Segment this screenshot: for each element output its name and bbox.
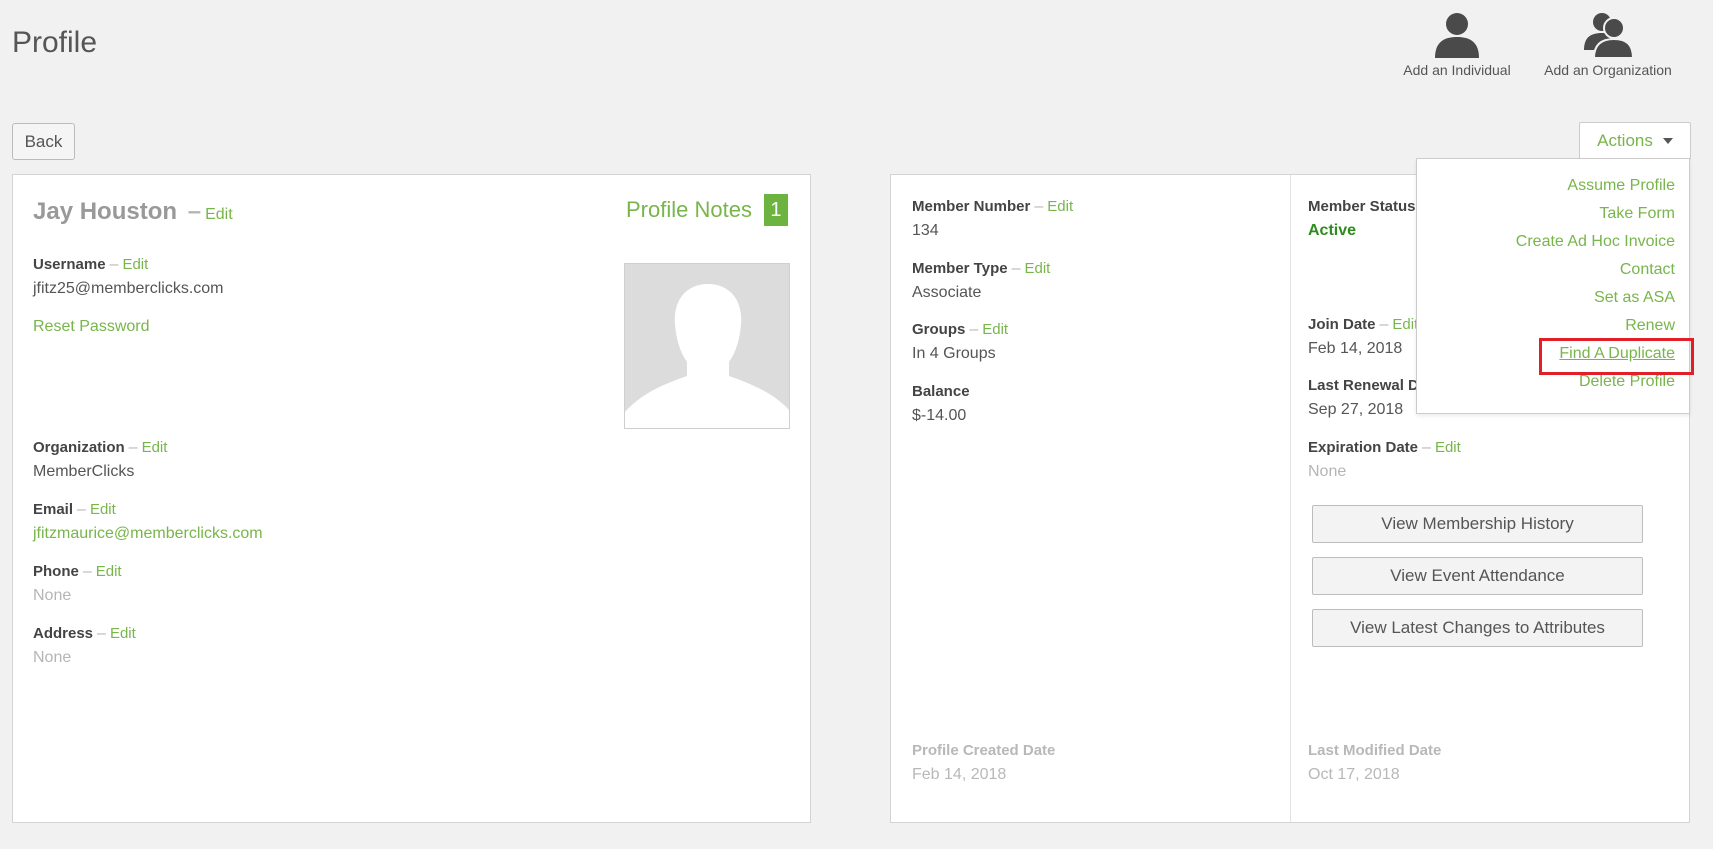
balance-label: Balance bbox=[912, 383, 970, 400]
separator: – bbox=[1034, 198, 1044, 215]
member-status-value: Active bbox=[1308, 222, 1357, 239]
phone-value: None bbox=[33, 587, 72, 604]
actions-menu: Assume Profile Take Form Create Ad Hoc I… bbox=[1416, 158, 1690, 414]
member-type-value: Associate bbox=[912, 284, 982, 301]
avatar-silhouette-icon bbox=[625, 284, 789, 428]
join-date-field: Join Date – Edit Feb 14, 2018 bbox=[1308, 316, 1418, 358]
edit-phone-link[interactable]: Edit bbox=[96, 563, 122, 580]
last-modified-label: Last Modified Date bbox=[1308, 742, 1442, 759]
separator: – bbox=[109, 256, 119, 273]
profile-notes-link[interactable]: Profile Notes 1 bbox=[626, 194, 788, 226]
username-label: Username bbox=[33, 256, 106, 273]
menu-item-set-as-asa[interactable]: Set as ASA bbox=[1594, 289, 1675, 307]
separator: – bbox=[1379, 316, 1389, 333]
edit-expiration-date-link[interactable]: Edit bbox=[1435, 439, 1461, 456]
member-number-label: Member Number bbox=[912, 198, 1031, 215]
view-event-attendance-button[interactable]: View Event Attendance bbox=[1312, 557, 1643, 595]
view-membership-history-button[interactable]: View Membership History bbox=[1312, 505, 1643, 543]
phone-label: Phone bbox=[33, 563, 79, 580]
page-title: Profile bbox=[12, 26, 98, 59]
actions-label: Actions bbox=[1597, 131, 1653, 150]
edit-member-number-link[interactable]: Edit bbox=[1047, 198, 1073, 215]
groups-field: Groups – Edit In 4 Groups bbox=[912, 321, 1008, 363]
email-field: Email – Edit jfitzmaurice@memberclicks.com bbox=[33, 501, 263, 543]
email-value-link[interactable]: jfitzmaurice@memberclicks.com bbox=[33, 525, 263, 543]
add-individual-button[interactable]: Add an Individual bbox=[1387, 10, 1527, 78]
separator: – bbox=[1011, 260, 1021, 277]
balance-field: Balance $-14.00 bbox=[912, 383, 970, 425]
separator: – bbox=[82, 563, 92, 580]
groups-value: In 4 Groups bbox=[912, 345, 996, 362]
add-organization-label: Add an Organization bbox=[1544, 62, 1672, 78]
reset-password-link[interactable]: Reset Password bbox=[33, 318, 150, 336]
back-button[interactable]: Back bbox=[12, 123, 75, 160]
profile-name: Jay Houston – Edit bbox=[33, 198, 233, 226]
menu-item-contact[interactable]: Contact bbox=[1620, 261, 1675, 279]
people-icon bbox=[1584, 13, 1634, 58]
actions-dropdown-button[interactable]: Actions bbox=[1579, 122, 1691, 160]
column-divider bbox=[1290, 175, 1291, 822]
expiration-date-value: None bbox=[1308, 463, 1347, 480]
groups-label: Groups bbox=[912, 321, 966, 338]
last-modified-value: Oct 17, 2018 bbox=[1308, 766, 1400, 783]
notes-count-badge: 1 bbox=[763, 194, 788, 226]
profile-created-label: Profile Created Date bbox=[912, 742, 1056, 759]
add-organization-button[interactable]: Add an Organization bbox=[1538, 10, 1678, 78]
highlight-box bbox=[1539, 338, 1694, 375]
separator: – bbox=[97, 625, 106, 642]
menu-item-assume-profile[interactable]: Assume Profile bbox=[1567, 177, 1675, 195]
join-date-value: Feb 14, 2018 bbox=[1308, 340, 1403, 357]
profile-created-value: Feb 14, 2018 bbox=[912, 766, 1007, 783]
balance-value: $-14.00 bbox=[912, 407, 967, 424]
expiration-date-field: Expiration Date – Edit None bbox=[1308, 439, 1461, 481]
separator: – bbox=[128, 439, 138, 456]
add-individual-label: Add an Individual bbox=[1403, 62, 1511, 78]
separator: – bbox=[187, 198, 202, 225]
edit-groups-link[interactable]: Edit bbox=[982, 321, 1008, 338]
organization-field: Organization – Edit MemberClicks bbox=[33, 439, 167, 481]
member-type-label: Member Type bbox=[912, 260, 1008, 277]
address-field: Address – Edit None bbox=[33, 625, 136, 667]
address-label: Address bbox=[33, 625, 94, 642]
last-modified-field: Last Modified Date Oct 17, 2018 bbox=[1308, 742, 1441, 784]
separator: – bbox=[1422, 439, 1431, 456]
edit-join-date-link[interactable]: Edit bbox=[1392, 316, 1418, 333]
menu-item-delete-profile[interactable]: Delete Profile bbox=[1579, 373, 1675, 391]
separator: – bbox=[77, 501, 86, 518]
member-status-field: Member Status Active bbox=[1308, 198, 1416, 240]
edit-member-type-link[interactable]: Edit bbox=[1025, 260, 1051, 277]
menu-item-create-ad-hoc-invoice[interactable]: Create Ad Hoc Invoice bbox=[1516, 233, 1675, 251]
join-date-label: Join Date bbox=[1308, 316, 1376, 333]
separator: – bbox=[969, 321, 979, 338]
organization-label: Organization bbox=[33, 439, 125, 456]
member-type-field: Member Type – Edit Associate bbox=[912, 260, 1050, 302]
edit-email-link[interactable]: Edit bbox=[90, 501, 116, 518]
member-number-value: 134 bbox=[912, 222, 939, 239]
edit-name-link[interactable]: Edit bbox=[205, 206, 233, 223]
member-number-field: Member Number – Edit 134 bbox=[912, 198, 1073, 240]
expiration-date-label: Expiration Date bbox=[1308, 439, 1419, 456]
email-label: Email bbox=[33, 501, 74, 518]
menu-item-take-form[interactable]: Take Form bbox=[1599, 205, 1675, 223]
profile-created-field: Profile Created Date Feb 14, 2018 bbox=[912, 742, 1055, 784]
profile-notes-label: Profile Notes bbox=[626, 197, 752, 222]
avatar bbox=[624, 263, 790, 429]
phone-field: Phone – Edit None bbox=[33, 563, 122, 605]
member-status-label: Member Status bbox=[1308, 198, 1416, 215]
username-field: Username – Edit jfitz25@memberclicks.com bbox=[33, 256, 224, 298]
menu-item-renew[interactable]: Renew bbox=[1625, 317, 1675, 335]
edit-address-link[interactable]: Edit bbox=[110, 625, 136, 642]
edit-username-link[interactable]: Edit bbox=[122, 256, 148, 273]
person-icon bbox=[1435, 13, 1479, 58]
address-value: None bbox=[33, 649, 72, 666]
username-value: jfitz25@memberclicks.com bbox=[33, 280, 224, 297]
view-latest-changes-button[interactable]: View Latest Changes to Attributes bbox=[1312, 609, 1643, 647]
organization-value: MemberClicks bbox=[33, 463, 135, 480]
edit-organization-link[interactable]: Edit bbox=[142, 439, 168, 456]
caret-down-icon bbox=[1662, 138, 1673, 144]
profile-name-text: Jay Houston bbox=[33, 198, 178, 225]
